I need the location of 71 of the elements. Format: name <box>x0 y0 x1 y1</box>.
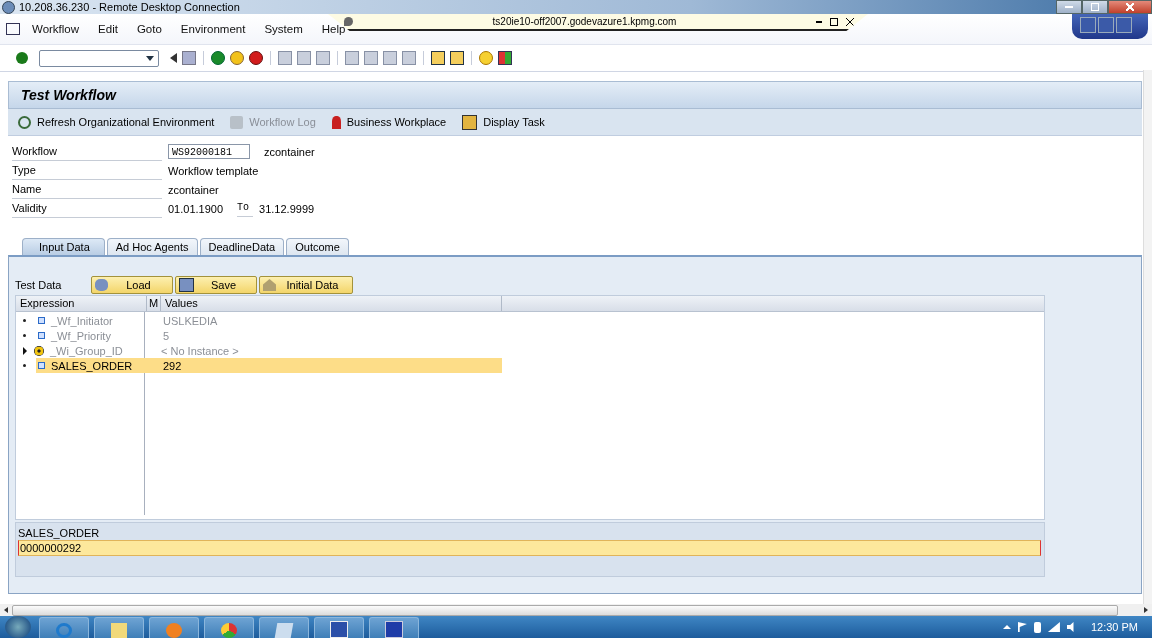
target-icon <box>34 345 44 356</box>
tab[interactable]: Ad Hoc Agents <box>106 238 198 255</box>
menu-item[interactable]: Environment <box>180 23 246 35</box>
host-name: ts20ie10-off2007.godevazure1.kpmg.com <box>491 16 678 27</box>
horizontal-scrollbar[interactable] <box>0 604 1152 616</box>
house-icon <box>263 279 276 291</box>
field-label: Name <box>12 180 162 199</box>
arrow-up-icon[interactable] <box>1002 625 1011 629</box>
restore-button[interactable] <box>1082 0 1108 14</box>
minimize-icon[interactable] <box>816 20 822 23</box>
taskbar-button[interactable] <box>94 617 144 638</box>
menu-item[interactable]: Workflow <box>32 23 80 35</box>
menu-item[interactable]: Help <box>321 23 346 35</box>
action-button[interactable]: Load <box>91 276 173 294</box>
window-title: 10.208.36.230 - Remote Desktop Connection <box>19 1 240 13</box>
flag-icon[interactable] <box>1017 622 1027 632</box>
close-button[interactable] <box>1108 0 1152 14</box>
minimize-button[interactable] <box>1056 0 1082 14</box>
taskbar-button[interactable] <box>369 617 419 638</box>
expression-name: _Wf_Priority <box>51 329 111 342</box>
taskbar-button[interactable] <box>314 617 364 638</box>
toolbar-button[interactable]: Display Task <box>460 112 547 132</box>
action-button[interactable]: Initial Data <box>259 276 353 294</box>
field-value: 31.12.9999 <box>259 202 315 215</box>
signal-icon[interactable] <box>1047 622 1060 632</box>
tab[interactable]: DeadlineData <box>199 238 285 255</box>
field-value: Workflow template <box>168 164 259 177</box>
element-icon <box>38 317 45 324</box>
menu-item[interactable]: Edit <box>98 23 118 35</box>
restore-icon[interactable] <box>830 17 838 26</box>
element-icon <box>38 362 45 369</box>
column-header[interactable]: Values <box>161 296 502 311</box>
field-label: To <box>237 200 254 217</box>
toolbar-button[interactable]: Refresh Organizational Environment <box>16 113 217 131</box>
tab[interactable]: Input Data <box>22 238 105 255</box>
action-button[interactable]: Save <box>175 276 257 294</box>
expression-name: _Wf_Initiator <box>51 314 113 327</box>
field-value: zcontainer <box>168 183 219 196</box>
expression-name: SALES_ORDER <box>51 359 133 372</box>
tree-row[interactable]: SALES_ORDER 292 <box>36 358 502 373</box>
column-header[interactable]: M <box>147 296 161 311</box>
clock[interactable]: 12:30 PM <box>1090 621 1138 633</box>
test-data-label: Test Data <box>15 279 63 291</box>
expression-name: _Wi_Group_ID <box>50 344 123 357</box>
element-icon <box>38 332 45 339</box>
close-icon[interactable] <box>846 17 854 26</box>
field-value: 01.01.1900 <box>168 202 224 215</box>
pin-icon[interactable] <box>344 17 353 26</box>
field-value: zcontainer <box>264 145 315 158</box>
taskbar-button[interactable] <box>204 617 254 638</box>
menu-item[interactable]: System <box>264 23 303 35</box>
value-cell-text: < No Instance > <box>160 344 239 357</box>
menu-item[interactable]: Goto <box>136 23 162 35</box>
field-label: Type <box>12 161 162 180</box>
field-label: Workflow <box>12 142 162 161</box>
value-input[interactable]: 0000000292 <box>18 540 1041 556</box>
value-cell-text: 292 <box>162 359 182 372</box>
detail-label: SALES_ORDER <box>18 526 101 540</box>
workflow-input[interactable]: WS92000181 <box>168 144 250 159</box>
field-label: Validity <box>12 199 162 218</box>
menu-icon[interactable] <box>6 23 20 35</box>
vertical-scrollbar[interactable] <box>1143 70 1152 604</box>
value-cell-text: 5 <box>162 329 170 342</box>
toolbar-button[interactable]: Business Workplace <box>329 113 449 131</box>
taskbar-button[interactable] <box>259 617 309 638</box>
tab[interactable]: Outcome <box>286 238 349 255</box>
start-button[interactable] <box>5 616 31 638</box>
screen-title: Test Workflow <box>21 87 116 103</box>
command-field[interactable] <box>39 49 159 67</box>
column-header[interactable]: Expression <box>16 296 147 311</box>
value-cell-text: USLKEDIA <box>162 314 218 327</box>
